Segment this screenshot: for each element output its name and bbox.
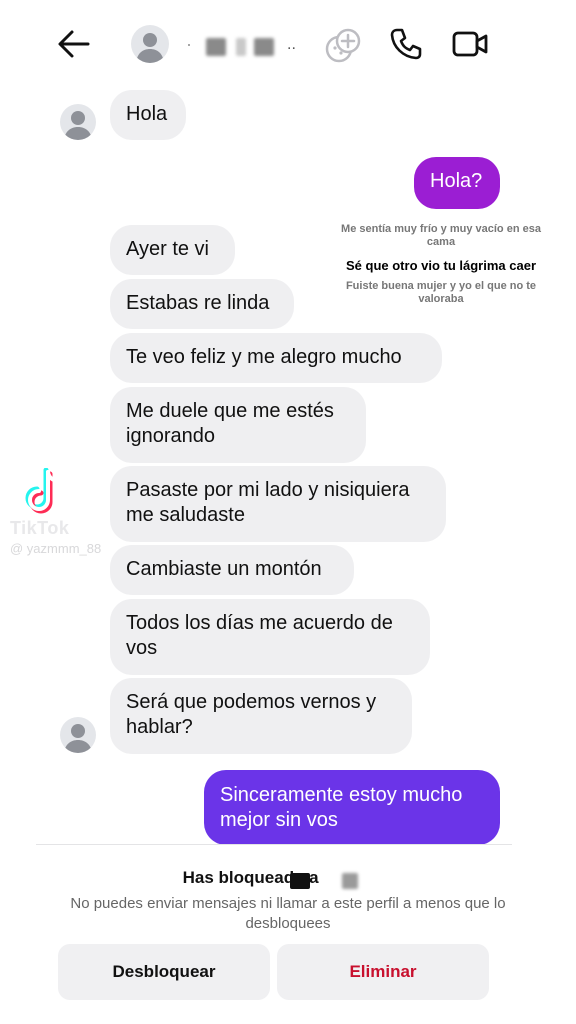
- person-icon: [136, 33, 164, 63]
- incoming-message[interactable]: Ayer te vi: [110, 225, 235, 275]
- back-arrow-icon[interactable]: [56, 28, 92, 60]
- incoming-message[interactable]: Hola: [110, 90, 186, 140]
- incoming-message[interactable]: Todos los días me acuerdo de vos: [110, 599, 430, 675]
- tiktok-logo-icon: [25, 468, 61, 514]
- outgoing-message[interactable]: Sinceramente estoy mucho mejor sin vos: [204, 770, 500, 845]
- phone-call-icon[interactable]: [389, 27, 423, 61]
- lyrics-line: Me sentía muy frío y muy vacío en esa ca…: [341, 223, 541, 248]
- lyrics-line: Fuiste buena mujer y yo el que no te val…: [345, 280, 537, 305]
- incoming-message[interactable]: Me duele que me estés ignorando: [110, 387, 366, 463]
- redaction-mark: [236, 38, 246, 56]
- redaction-mark: [206, 38, 226, 56]
- lyrics-line: Sé que otro vio tu lágrima caer: [346, 258, 536, 273]
- contact-avatar-small[interactable]: [60, 104, 96, 140]
- contact-avatar[interactable]: [131, 25, 169, 63]
- divider: [36, 844, 512, 845]
- incoming-message[interactable]: Cambiaste un montón: [110, 545, 354, 595]
- redaction-mark: [342, 873, 358, 889]
- redaction-mark: [254, 38, 274, 56]
- contact-name-tail: ..: [287, 36, 296, 53]
- person-icon: [64, 724, 92, 753]
- tiktok-username: @ yazmmm_88: [10, 541, 102, 556]
- delete-button[interactable]: Eliminar: [277, 944, 489, 1000]
- outgoing-message[interactable]: Hola?: [414, 157, 500, 209]
- tiktok-watermark-text: TikTok: [10, 518, 70, 538]
- blocked-title: Has bloqueado a: [0, 868, 576, 888]
- blocked-description: No puedes enviar mensajes ni llamar a es…: [70, 895, 506, 932]
- person-icon: [64, 111, 92, 140]
- incoming-message[interactable]: Te veo feliz y me alegro mucho: [110, 333, 442, 383]
- contact-name-text: ·: [186, 34, 194, 54]
- unblock-button[interactable]: Desbloquear: [58, 944, 270, 1000]
- redaction-mark: [290, 873, 310, 889]
- chat-header: · ..: [0, 0, 576, 90]
- incoming-message[interactable]: Estabas re linda: [110, 279, 294, 329]
- effects-icon[interactable]: [324, 26, 362, 64]
- video-call-icon[interactable]: [452, 28, 488, 60]
- incoming-message[interactable]: Pasaste por mi lado y nisiquiera me salu…: [110, 466, 446, 542]
- incoming-message[interactable]: Será que podemos vernos y hablar?: [110, 678, 412, 754]
- contact-avatar-small[interactable]: [60, 717, 96, 753]
